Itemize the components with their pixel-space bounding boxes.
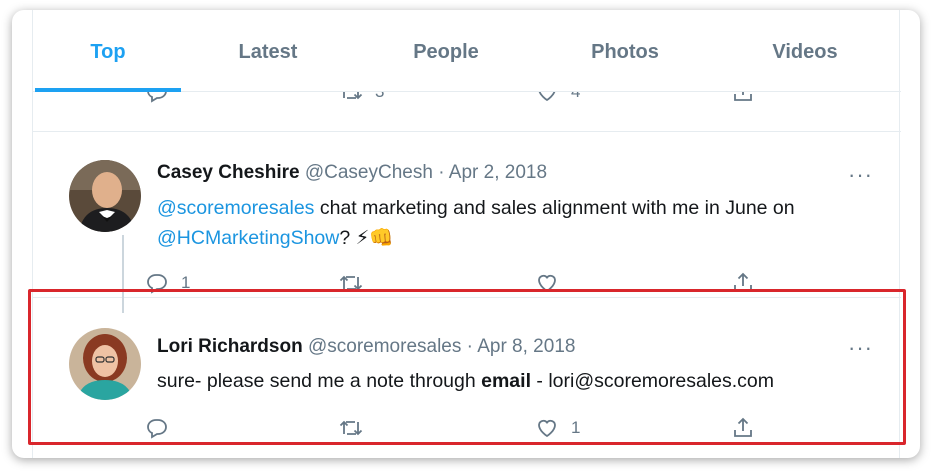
reply-icon	[147, 92, 167, 103]
like-button[interactable]: 4	[535, 92, 580, 104]
retweet-count: 3	[375, 92, 384, 102]
tab-top[interactable]: Top	[35, 10, 181, 92]
tab-people[interactable]: People	[371, 10, 521, 92]
handle[interactable]: @CaseyChesh	[305, 162, 433, 183]
avatar[interactable]	[69, 160, 141, 232]
tweet-text: @scoremoresales chat marketing and sales…	[157, 197, 795, 249]
tab-latest[interactable]: Latest	[193, 10, 343, 92]
tweet-header: Casey Cheshire @CaseyChesh · Apr 2, 2018	[157, 162, 547, 184]
tab-photos[interactable]: Photos	[550, 10, 700, 92]
mention-link[interactable]: @scoremoresales	[157, 197, 314, 219]
mention-link[interactable]: @HCMarketingShow	[157, 227, 339, 249]
share-button[interactable]	[731, 92, 755, 104]
like-count: 4	[571, 92, 580, 102]
tweet[interactable]: Casey Cheshire @CaseyChesh · Apr 2, 2018…	[33, 132, 901, 298]
search-tabs: Top Latest People Photos Videos	[33, 10, 901, 92]
reply-button[interactable]	[145, 92, 169, 104]
retweet-button[interactable]: 3	[339, 92, 384, 104]
highlight-box	[28, 289, 906, 445]
tab-videos[interactable]: Videos	[730, 10, 880, 92]
share-icon	[734, 92, 752, 101]
timestamp[interactable]: · Apr 2, 2018	[438, 162, 547, 183]
display-name[interactable]: Casey Cheshire	[157, 162, 300, 183]
previous-tweet-actions: 3 4	[33, 92, 901, 132]
like-icon	[538, 92, 556, 102]
more-icon[interactable]: ···	[848, 164, 873, 186]
retweet-icon	[343, 92, 363, 100]
